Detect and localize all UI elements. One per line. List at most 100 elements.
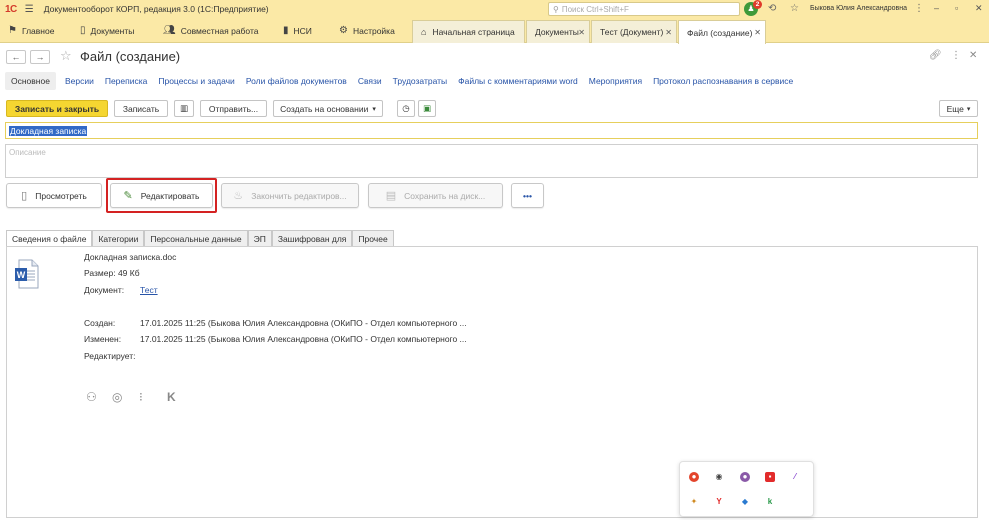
tab-test-document[interactable]: Тест (Документ) ✕ xyxy=(591,20,677,43)
name-field-value: Докладная записка xyxy=(9,125,88,136)
tab-label: Документы xyxy=(535,27,579,37)
tab-documents[interactable]: Документы ✕ xyxy=(526,20,590,43)
tab-label: Начальная страница xyxy=(432,27,515,37)
send-button[interactable]: Отправить... xyxy=(200,100,267,117)
tab-signature[interactable]: ЭП xyxy=(247,230,272,246)
tab-other[interactable]: Прочее xyxy=(352,230,394,246)
users-group-icon[interactable]: ⚇ xyxy=(86,390,97,404)
nav-file-roles[interactable]: Роли файлов документов xyxy=(246,76,347,86)
tab-personal-data[interactable]: Персональные данные xyxy=(144,230,248,246)
save-disk-icon: ▤ xyxy=(385,190,397,202)
changed-label: Изменен: xyxy=(84,334,122,344)
app-title: Документооборот КОРП, редакция 3.0 (1С:П… xyxy=(43,4,269,14)
forward-button[interactable]: → xyxy=(30,50,50,64)
tray-app-icon[interactable]: ● xyxy=(689,472,699,482)
nav-processes-tasks[interactable]: Процессы и задачи xyxy=(158,76,234,86)
letter-k-icon[interactable]: K xyxy=(167,390,176,404)
close-form-icon[interactable]: ✕ xyxy=(969,50,977,61)
description-field[interactable]: Описание xyxy=(5,144,978,178)
delete-icon[interactable]: ▥ xyxy=(174,100,194,117)
gear-icon: ⚙ xyxy=(339,25,348,36)
flag-icon: ⚑ xyxy=(8,25,17,36)
svg-text:W: W xyxy=(17,270,26,280)
tab-file-create[interactable]: Файл (создание) ✕ xyxy=(678,20,766,44)
finish-edit-button[interactable]: ♨ Закончить редактиров... xyxy=(221,183,359,208)
save-close-button[interactable]: Записать и закрыть xyxy=(6,100,108,117)
section-collaboration[interactable]: 👥︎ Совместная работа xyxy=(163,18,258,43)
tab-encrypted-for[interactable]: Зашифрован для xyxy=(271,230,353,246)
section-nsi[interactable]: ▮ НСИ xyxy=(283,18,312,43)
nav-versions[interactable]: Версии xyxy=(65,76,94,86)
view-document-icon: ▯ xyxy=(21,190,28,202)
tray-circle-icon[interactable]: ● xyxy=(740,472,750,482)
section-label: Документы xyxy=(90,25,135,36)
notifications-badge: 2 xyxy=(753,0,762,9)
close-window-icon[interactable]: ✕ xyxy=(975,3,983,14)
section-main[interactable]: ⚑ Главное xyxy=(8,18,54,43)
tray-shield-icon[interactable]: ◆ xyxy=(740,497,750,507)
nav-correspondence[interactable]: Переписка xyxy=(105,76,148,86)
save-to-disk-button[interactable]: ▤ Сохранить на диск... xyxy=(368,183,503,208)
tray-eye-icon[interactable]: ◉ xyxy=(714,472,724,482)
users-icon: 👥︎ xyxy=(163,25,176,36)
tray-record-icon[interactable]: ▪ xyxy=(765,472,775,482)
nav-word-comments[interactable]: Файлы с комментариями word xyxy=(458,76,578,86)
export-excel-icon[interactable]: ▣ xyxy=(418,100,436,117)
file-size: Размер: 49 Кб xyxy=(84,268,140,278)
tray-k-icon[interactable]: k xyxy=(765,497,775,507)
section-documents[interactable]: ▯ Документы xyxy=(80,18,134,43)
tab-label: Файл (создание) xyxy=(687,27,753,38)
back-button[interactable]: ← xyxy=(6,50,26,64)
form-navigation: Основное Версии Переписка Процессы и зад… xyxy=(5,71,804,91)
created-label: Создан: xyxy=(84,318,116,328)
section-label: Настройка xyxy=(352,25,395,36)
more-button[interactable]: Еще ▾ xyxy=(939,100,978,117)
global-search-input[interactable]: ⚲ Поиск Ctrl+Shift+F xyxy=(548,2,740,16)
nav-labor-costs[interactable]: Трудозатраты xyxy=(393,76,448,86)
nav-main[interactable]: Основное xyxy=(5,72,56,90)
dots-bars-icon[interactable]: ⁝ xyxy=(139,390,143,404)
link-icon[interactable]: 🔗︎ xyxy=(929,50,942,61)
tray-pen-icon[interactable]: ⁄ xyxy=(790,472,800,482)
form-menu-icon[interactable]: ⋮ xyxy=(951,50,961,61)
document-label: Документ: xyxy=(84,285,125,295)
favorites-star-icon[interactable]: ☆ xyxy=(790,3,799,14)
tray-yandex-icon[interactable]: Y xyxy=(714,497,724,507)
history-icon[interactable]: ⟲ xyxy=(768,3,776,14)
tab-categories[interactable]: Категории xyxy=(92,230,145,246)
more-actions-button[interactable]: ••• xyxy=(511,183,544,208)
nav-recognition-log[interactable]: Протокол распознавания в сервисе xyxy=(653,76,793,86)
main-menu-icon[interactable]: ☰ xyxy=(25,4,34,15)
dropdown-arrow-icon: ▾ xyxy=(372,105,376,113)
form-title: Файл (создание) xyxy=(80,49,181,64)
nav-events[interactable]: Мероприятия xyxy=(589,76,642,86)
tab-home-page[interactable]: ⌂ Начальная страница xyxy=(412,20,525,43)
home-icon: ⌂ xyxy=(421,27,427,37)
save-button[interactable]: Записать xyxy=(114,100,168,117)
app-logo: 1С xyxy=(5,3,17,15)
clock-icon[interactable]: ◷ xyxy=(397,100,415,117)
close-tab-icon[interactable]: ✕ xyxy=(578,28,585,37)
settings-menu-icon[interactable]: ⋮ xyxy=(914,3,924,14)
tray-bird-icon[interactable]: ✦ xyxy=(689,497,699,507)
document-link[interactable]: Тест xyxy=(140,285,158,295)
section-label: НСИ xyxy=(293,25,312,36)
favorite-star-icon[interactable]: ☆ xyxy=(60,48,72,64)
save-disk-label: Сохранить на диск... xyxy=(404,190,486,201)
search-icon: ⚲ xyxy=(553,4,559,14)
restore-icon[interactable]: ▫ xyxy=(955,3,958,13)
name-field[interactable]: Докладная записка xyxy=(5,122,978,139)
create-based-on-button[interactable]: Создать на основании ▾ xyxy=(273,100,383,117)
file-name: Докладная записка.doc xyxy=(84,252,177,262)
view-button[interactable]: ▯ Просмотреть xyxy=(6,183,102,208)
close-tab-icon[interactable]: ✕ xyxy=(665,28,672,37)
close-tab-icon[interactable]: ✕ xyxy=(754,28,761,37)
more-label: Еще xyxy=(946,103,964,114)
tab-file-info[interactable]: Сведения о файле xyxy=(6,230,93,247)
minimize-icon[interactable]: – xyxy=(934,3,939,13)
nav-links[interactable]: Связи xyxy=(358,76,382,86)
chat-bubble-icon[interactable]: ◎ xyxy=(112,390,122,404)
editing-label: Редактирует: xyxy=(84,351,136,361)
current-user[interactable]: Быкова Юлия Александровна xyxy=(810,5,907,12)
section-settings[interactable]: ⚙ Настройка xyxy=(339,18,395,43)
